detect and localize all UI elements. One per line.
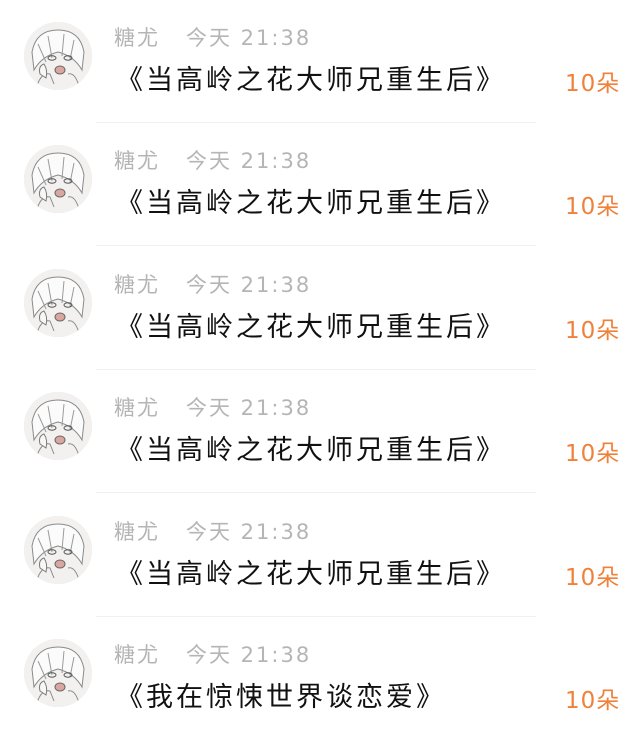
avatar[interactable] — [24, 22, 92, 90]
timestamp: 今天 21:38 — [186, 273, 312, 297]
flower-count: 10朵 — [565, 688, 621, 714]
list-item[interactable]: 糖尤 今天 21:38 《当高岭之花大师兄重生后》 10朵 — [0, 247, 640, 370]
avatar[interactable] — [24, 269, 92, 337]
book-title[interactable]: 《当高岭之花大师兄重生后》 — [116, 552, 506, 591]
flower-count: 10朵 — [565, 565, 621, 591]
book-title[interactable]: 《当高岭之花大师兄重生后》 — [116, 181, 506, 220]
flower-count: 10朵 — [565, 318, 621, 344]
divider — [96, 245, 536, 246]
flower-count: 10朵 — [565, 71, 621, 97]
timestamp: 今天 21:38 — [186, 26, 312, 50]
list-item[interactable]: 糖尤 今天 21:38 《当高岭之花大师兄重生后》 10朵 — [0, 370, 640, 493]
username[interactable]: 糖尤 — [114, 392, 160, 422]
flower-count: 10朵 — [565, 441, 621, 467]
list-item[interactable]: 糖尤 今天 21:38 《当高岭之花大师兄重生后》 10朵 — [0, 123, 640, 246]
avatar[interactable] — [24, 392, 92, 460]
list-item[interactable]: 糖尤 今天 21:38 《当高岭之花大师兄重生后》 10朵 — [0, 0, 640, 123]
username[interactable]: 糖尤 — [114, 145, 160, 175]
list-item[interactable]: 糖尤 今天 21:38 《当高岭之花大师兄重生后》 10朵 — [0, 494, 640, 617]
timestamp: 今天 21:38 — [186, 396, 312, 420]
username[interactable]: 糖尤 — [114, 269, 160, 299]
timestamp: 今天 21:38 — [186, 520, 312, 544]
gift-record-list: 糖尤 今天 21:38 《当高岭之花大师兄重生后》 10朵 糖尤 今天 21:3… — [0, 0, 640, 740]
book-title[interactable]: 《当高岭之花大师兄重生后》 — [116, 58, 506, 97]
username[interactable]: 糖尤 — [114, 22, 160, 52]
timestamp: 今天 21:38 — [186, 149, 312, 173]
list-item[interactable]: 糖尤 今天 21:38 《我在惊悚世界谈恋爱》 10朵 — [0, 617, 640, 740]
divider — [96, 492, 536, 493]
avatar[interactable] — [24, 145, 92, 213]
flower-count: 10朵 — [565, 194, 621, 220]
avatar[interactable] — [24, 639, 92, 707]
book-title[interactable]: 《当高岭之花大师兄重生后》 — [116, 428, 506, 467]
avatar[interactable] — [24, 516, 92, 584]
timestamp: 今天 21:38 — [186, 643, 312, 667]
book-title[interactable]: 《我在惊悚世界谈恋爱》 — [116, 675, 446, 714]
book-title[interactable]: 《当高岭之花大师兄重生后》 — [116, 305, 506, 344]
username[interactable]: 糖尤 — [114, 516, 160, 546]
username[interactable]: 糖尤 — [114, 639, 160, 669]
